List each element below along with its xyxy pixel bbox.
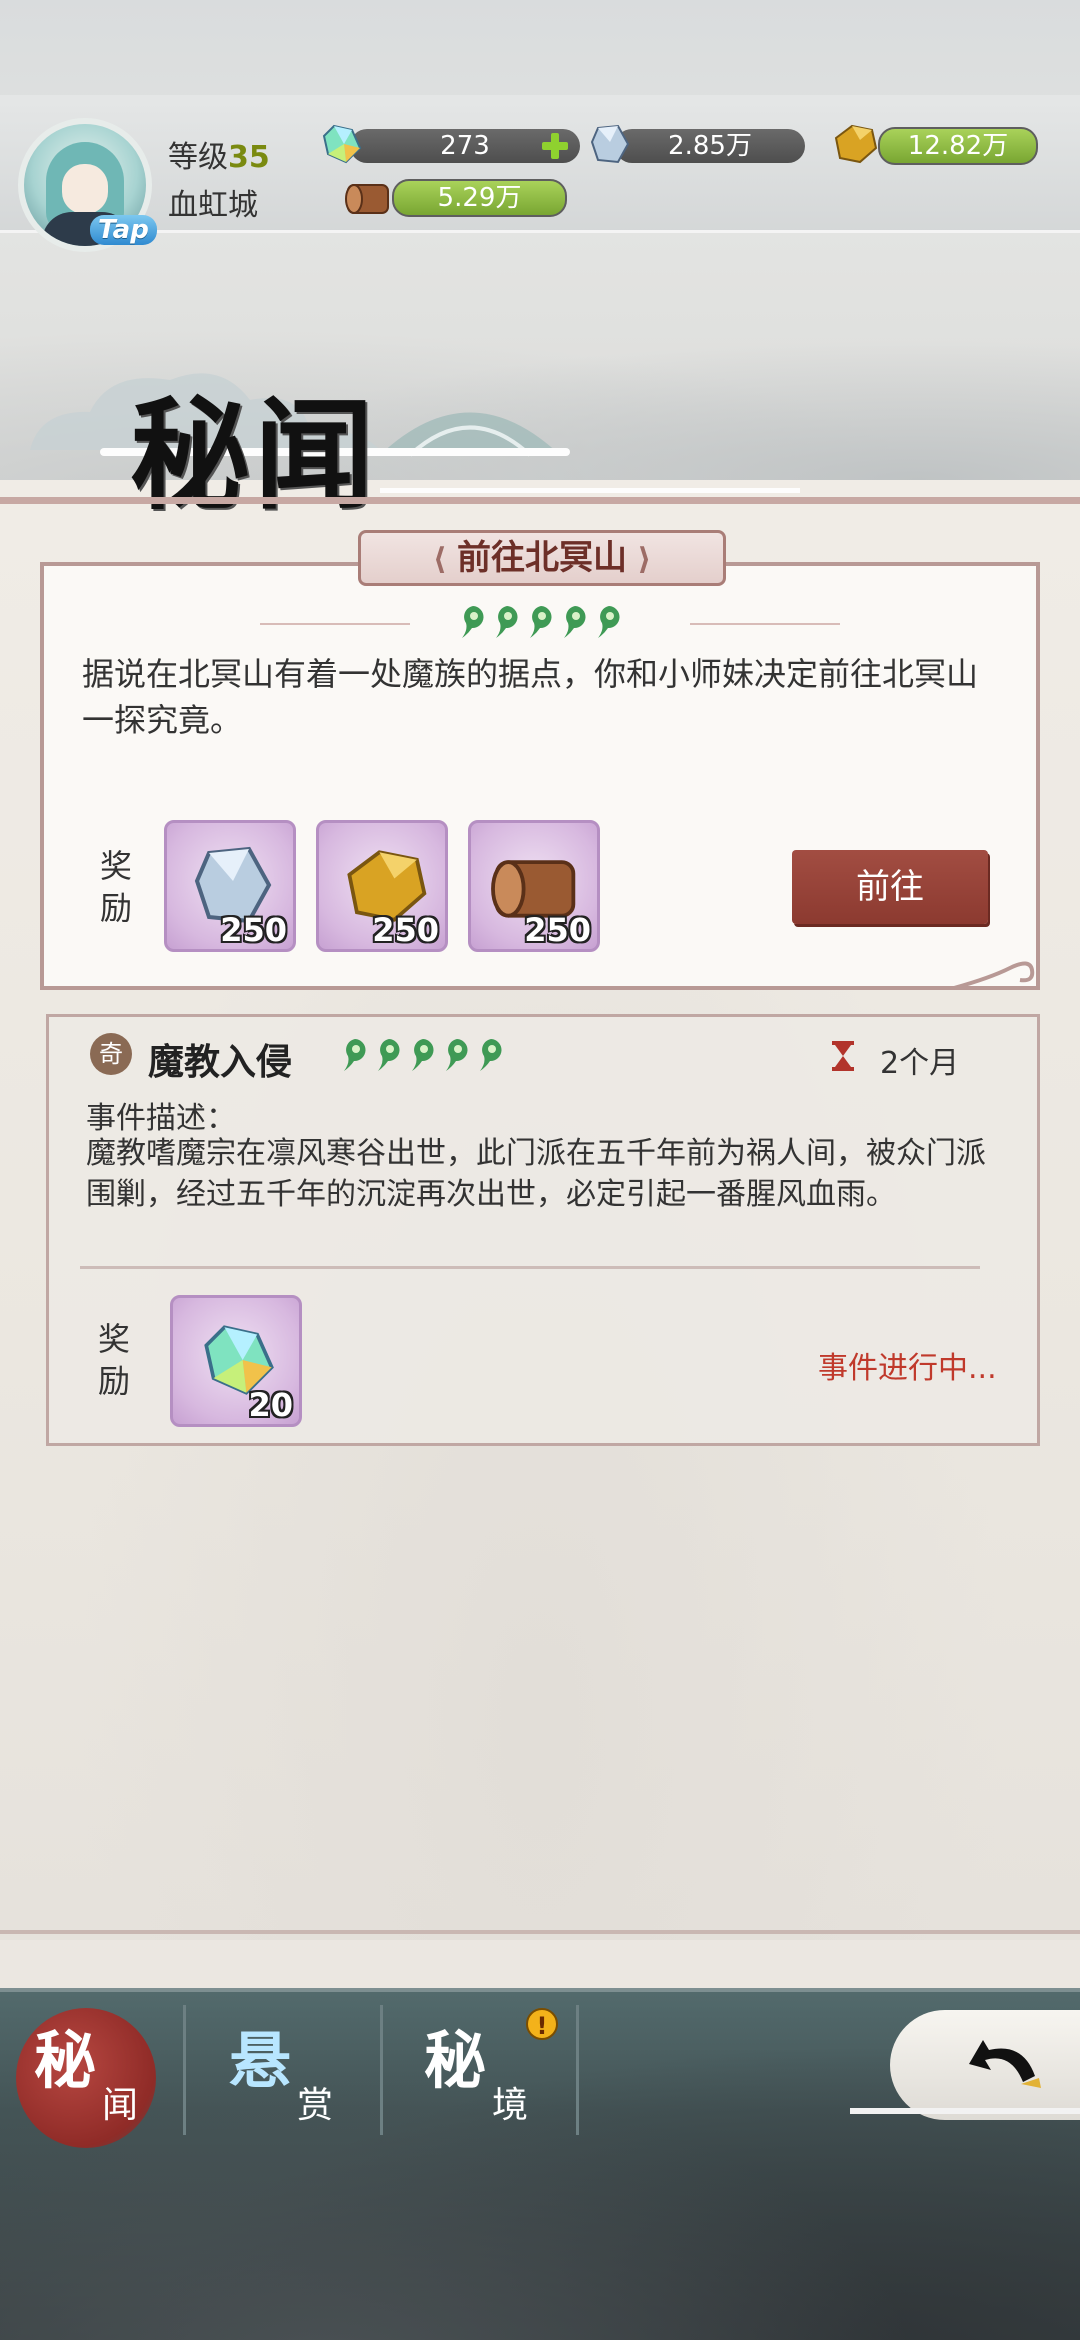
event-type-badge: 奇 <box>90 1033 132 1075</box>
back-button-underline <box>850 2108 1080 2114</box>
reward-item[interactable]: 250 <box>316 820 448 952</box>
tab-sub-char: 闻 <box>102 2085 139 2126</box>
player-city: 血虹城 <box>168 188 258 223</box>
reward-count: 250 <box>220 911 287 949</box>
nav-top-border <box>0 1988 1080 1992</box>
hourglass-icon <box>832 1041 854 1071</box>
event-status: 事件进行中... <box>818 1351 997 1386</box>
reward-label: 奖励 <box>100 847 133 927</box>
page-title: 秘闻 <box>130 385 378 526</box>
avatar-face <box>62 164 108 214</box>
alert-badge-icon: ! <box>526 2008 558 2040</box>
tab-left-ornament: ⟨ <box>432 542 457 577</box>
reward-label: 奖励 <box>98 1320 131 1400</box>
gold-ore-icon <box>834 124 878 164</box>
tab-main-char: 悬 <box>229 2024 292 2097</box>
difficulty-mark-icon <box>480 1039 502 1071</box>
difficulty-rating <box>340 1036 506 1074</box>
tab-secret-news[interactable]: 秘 闻 <box>30 2010 160 2140</box>
resource-value: 12.82万 <box>907 131 1009 161</box>
reward-item[interactable]: 250 <box>468 820 600 952</box>
difficulty-mark-icon <box>564 606 586 638</box>
go-button[interactable]: 前往 <box>792 850 988 924</box>
resource-value: 273 <box>440 131 490 161</box>
difficulty-mark-icon <box>462 606 484 638</box>
tab-sub-char: 赏 <box>297 2085 334 2126</box>
ornament-line-left <box>260 623 410 625</box>
tab-main-char: 秘 <box>34 2024 97 2097</box>
featured-event-description: 据说在北冥山有着一处魔族的据点，你和小师妹决定前往北冥山一探究竟。 <box>82 655 979 739</box>
avatar-tap-badge[interactable]: Tap <box>90 215 157 245</box>
resource-value: 5.29万 <box>437 183 522 213</box>
level-value: 35 <box>228 140 270 175</box>
resource-bar-wood: 5.29万 <box>392 179 567 217</box>
difficulty-rating <box>458 603 624 641</box>
difficulty-mark-icon <box>530 606 552 638</box>
reward-item[interactable]: 250 <box>164 820 296 952</box>
back-arrow-icon[interactable] <box>965 2030 1045 2100</box>
difficulty-mark-icon <box>446 1039 468 1071</box>
title-brush-line-2 <box>380 488 800 493</box>
corner-ornament <box>953 961 1035 990</box>
reward-item[interactable]: 20 <box>170 1295 302 1427</box>
nav-separator <box>183 2005 186 2135</box>
featured-event-title-text: 前往北冥山 <box>457 538 627 578</box>
reward-count: 20 <box>248 1386 293 1424</box>
nav-separator <box>380 2005 383 2135</box>
difficulty-mark-icon <box>378 1039 400 1071</box>
difficulty-mark-icon <box>496 606 518 638</box>
ice-crystal-icon <box>590 124 630 164</box>
wood-log-icon <box>345 184 389 214</box>
event-description-label: 事件描述： <box>86 1101 236 1136</box>
difficulty-mark-icon <box>598 606 620 638</box>
ornament-line-right <box>690 623 840 625</box>
add-crystal-icon[interactable] <box>540 131 570 161</box>
level-label: 等级 <box>168 140 228 175</box>
rainbow-crystal-icon <box>322 124 362 164</box>
tab-bounty[interactable]: 悬 赏 <box>225 2010 355 2140</box>
tab-sub-char: 境 <box>492 2085 529 2126</box>
tab-main-char: 秘 <box>424 2024 487 2097</box>
ongoing-event-description: 魔教嗜魔宗在凛风寒谷出世，此门派在五千年前为祸人间，被众门派围剿，经过五千年的沉… <box>86 1136 986 1212</box>
ongoing-event-title: 魔教入侵 <box>148 1042 293 1083</box>
header-divider <box>0 497 1080 504</box>
tab-right-ornament: ⟩ <box>627 542 652 577</box>
reward-count: 250 <box>524 911 591 949</box>
card-divider <box>80 1266 980 1269</box>
resource-value: 2.85万 <box>668 131 752 161</box>
resource-bar-gold: 12.82万 <box>878 127 1038 165</box>
difficulty-mark-icon <box>344 1039 366 1071</box>
nav-separator <box>576 2005 579 2135</box>
reward-count: 250 <box>372 911 439 949</box>
event-duration: 2个月 <box>880 1046 960 1081</box>
player-level: 等级35 <box>168 132 270 176</box>
paper-bottom-edge <box>0 1930 1080 1934</box>
difficulty-mark-icon <box>412 1039 434 1071</box>
resource-bar-ice: 2.85万 <box>615 129 805 163</box>
featured-event-title: ⟨ 前往北冥山 ⟩ <box>358 530 726 586</box>
